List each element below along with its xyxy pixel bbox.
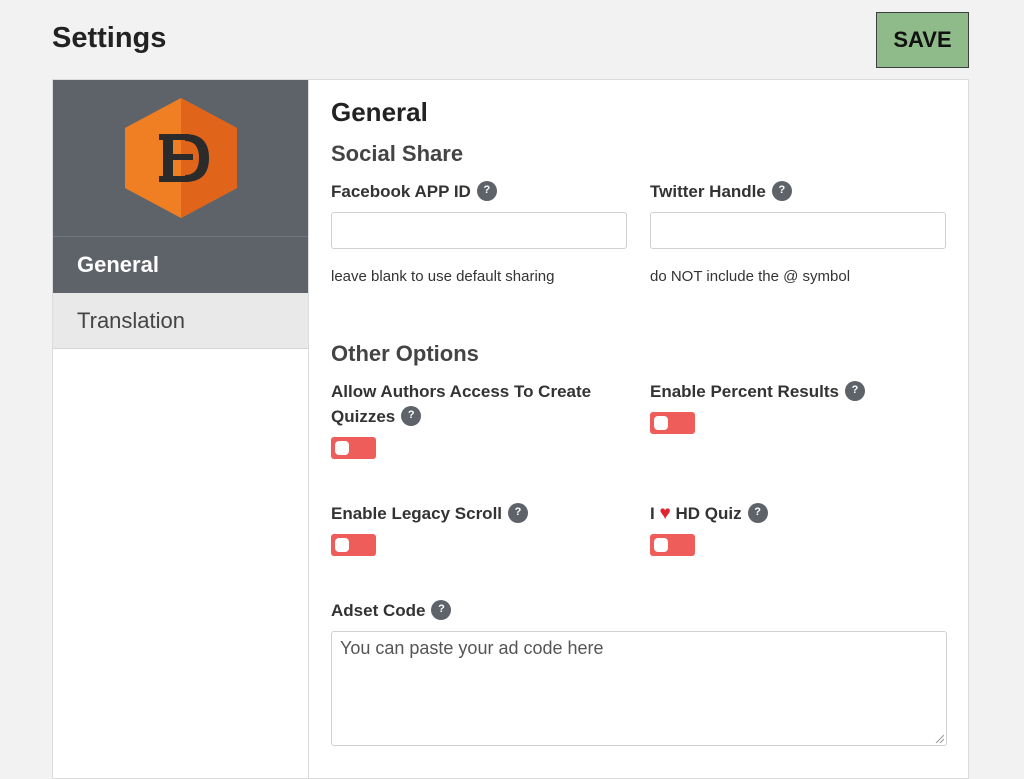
toggle-knob — [654, 416, 668, 430]
help-icon[interactable]: ? — [508, 502, 529, 523]
legacy-scroll-label: Enable Legacy Scroll? — [331, 501, 529, 526]
allow-authors-label: Allow Authors Access To Create Quizzes? — [331, 379, 631, 429]
facebook-help-text: leave blank to use default sharing — [331, 268, 555, 285]
toggle-knob — [654, 538, 668, 552]
adset-code-label: Adset Code? — [331, 598, 452, 623]
facebook-app-id-label-text: Facebook APP ID — [331, 182, 471, 201]
allow-authors-label-text: Allow Authors Access To Create Quizzes — [331, 382, 592, 426]
facebook-app-id-input[interactable] — [331, 212, 627, 249]
twitter-handle-label-text: Twitter Handle — [650, 182, 766, 201]
help-icon[interactable]: ? — [747, 502, 768, 523]
twitter-handle-input[interactable] — [650, 212, 946, 249]
resize-grip-icon[interactable] — [935, 734, 944, 743]
facebook-app-id-label: Facebook APP ID? — [331, 179, 497, 204]
twitter-handle-label: Twitter Handle? — [650, 179, 792, 204]
save-button[interactable]: SAVE — [876, 12, 969, 68]
heart-icon: ♥ — [659, 503, 671, 524]
percent-results-toggle[interactable] — [650, 412, 695, 434]
legacy-scroll-label-text: Enable Legacy Scroll — [331, 504, 503, 523]
love-hd-quiz-prefix: I — [650, 504, 655, 523]
allow-authors-toggle[interactable] — [331, 437, 376, 459]
twitter-help-text: do NOT include the @ symbol — [650, 268, 851, 285]
sidebar-item-label: Translation — [77, 307, 186, 333]
sidebar-item-label: General — [77, 252, 159, 277]
love-hd-quiz-suffix: HD Quiz — [675, 504, 742, 523]
sidebar-item-translation[interactable]: Translation — [53, 293, 308, 349]
help-icon[interactable]: ? — [844, 380, 865, 401]
page-title: Settings — [52, 22, 167, 54]
other-options-heading: Other Options — [331, 341, 479, 366]
help-icon[interactable]: ? — [401, 405, 422, 426]
sidebar: General Translation — [53, 80, 309, 778]
toggle-knob — [335, 441, 349, 455]
love-hd-quiz-label: I ♥ HD Quiz? — [650, 501, 768, 526]
help-icon[interactable]: ? — [476, 180, 497, 201]
percent-results-label-text: Enable Percent Results — [650, 382, 839, 401]
sidebar-item-general[interactable]: General — [53, 237, 308, 293]
section-title: General — [331, 97, 428, 127]
adset-code-textarea[interactable]: You can paste your ad code here — [331, 631, 947, 746]
percent-results-label: Enable Percent Results? — [650, 379, 865, 404]
hd-quiz-logo-icon — [124, 98, 237, 218]
love-hd-quiz-toggle[interactable] — [650, 534, 695, 556]
logo-area — [53, 80, 308, 237]
adset-code-placeholder: You can paste your ad code here — [340, 638, 604, 658]
help-icon[interactable]: ? — [771, 180, 792, 201]
social-share-heading: Social Share — [331, 141, 464, 166]
toggle-knob — [335, 538, 349, 552]
adset-code-label-text: Adset Code — [331, 601, 426, 620]
settings-panel: General Translation General Social Share… — [52, 79, 969, 779]
help-icon[interactable]: ? — [431, 599, 452, 620]
legacy-scroll-toggle[interactable] — [331, 534, 376, 556]
